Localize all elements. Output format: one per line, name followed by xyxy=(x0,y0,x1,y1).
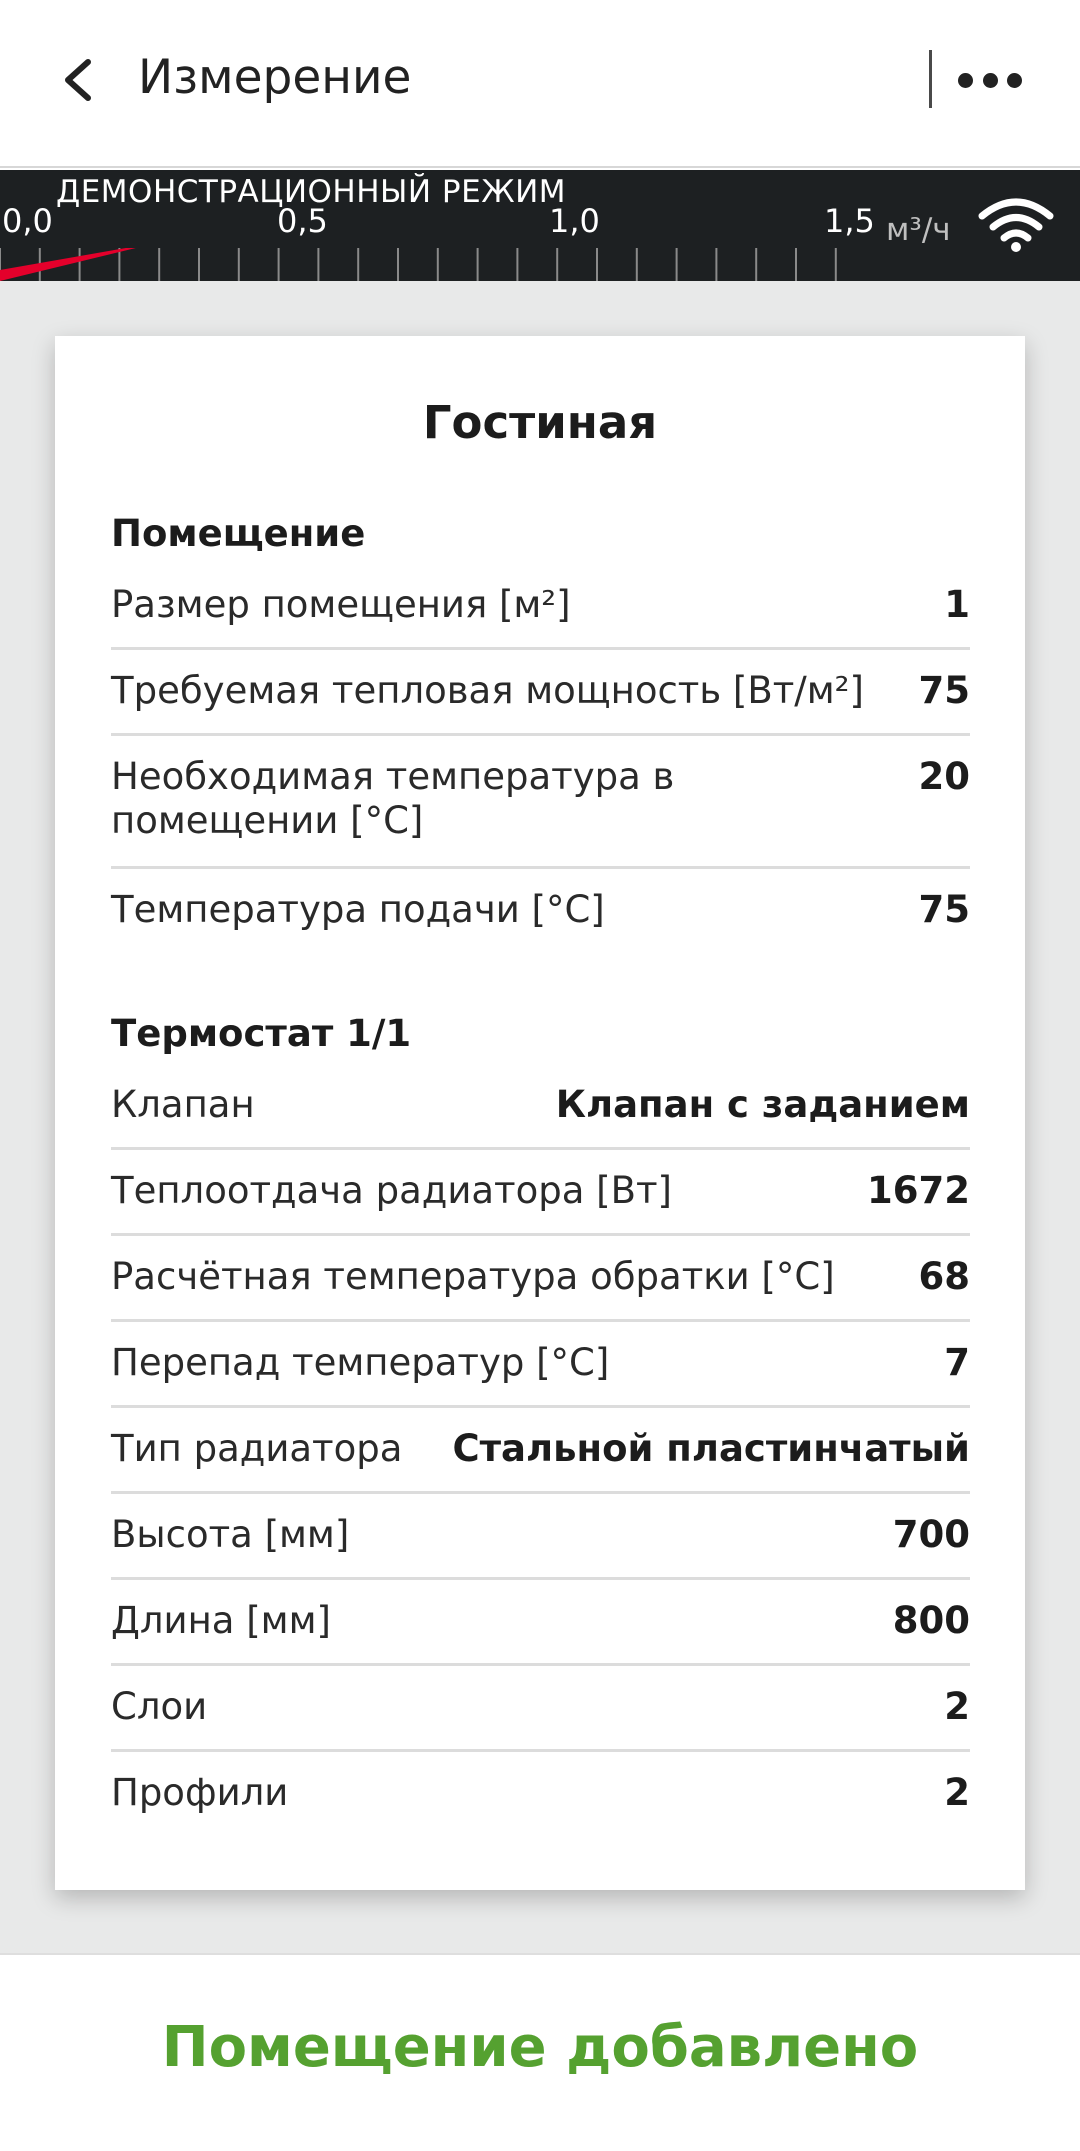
scale-tick-label: 0,5 xyxy=(277,202,328,240)
flow-unit-label: м³/ч xyxy=(886,212,951,248)
row-value: Стальной пластинчатый xyxy=(452,1427,970,1470)
row-value: 20 xyxy=(918,755,971,798)
thermostat-section-title: Термостат 1/1 xyxy=(111,1012,412,1055)
row-divider xyxy=(111,1577,970,1580)
row-value: 7 xyxy=(944,1341,970,1384)
layers-row: Слои 2 xyxy=(111,1685,970,1729)
room-temperature-row: Необходимая температура в помещении [°C]… xyxy=(111,755,970,843)
row-value: 800 xyxy=(892,1599,970,1642)
more-dot-icon xyxy=(958,72,973,88)
more-dot-icon xyxy=(982,72,998,88)
header-divider xyxy=(929,50,932,108)
row-value: 700 xyxy=(892,1513,970,1556)
row-value: 75 xyxy=(918,669,971,712)
wifi-icon xyxy=(978,198,1054,252)
row-divider xyxy=(111,1233,970,1236)
radiator-type-row: Тип радиатора Стальной пластинчатый xyxy=(111,1427,970,1471)
heat-power-row: Требуемая тепловая мощность [Вт/м²] 75 xyxy=(111,669,970,713)
row-label: Клапан xyxy=(111,1083,255,1126)
more-options-button[interactable] xyxy=(952,58,1028,102)
scale-tick-label: 0,0 xyxy=(2,202,53,240)
row-label: Расчётная температура обратки [°C] xyxy=(111,1255,835,1298)
row-value: Клапан с заданием xyxy=(555,1083,970,1126)
row-label: Высота [мм] xyxy=(111,1513,350,1556)
row-label: Требуемая тепловая мощность [Вт/м²] xyxy=(111,669,864,712)
row-label: Слои xyxy=(111,1685,208,1728)
profiles-row: Профили 2 xyxy=(111,1771,970,1815)
room-title: Гостиная xyxy=(422,396,658,449)
room-summary-card: Гостиная Помещение Размер помещения [м²]… xyxy=(55,336,1025,1890)
room-added-message: Помещение добавлено xyxy=(161,2015,919,2080)
return-temperature-row: Расчётная температура обратки [°C] 68 xyxy=(111,1255,970,1299)
row-divider xyxy=(111,1663,970,1666)
flow-indicator-bar: ДЕМОНСТРАЦИОННЫЙ РЕЖИМ 0,0 0,5 1,0 1,5 м… xyxy=(0,170,1080,281)
row-value: 68 xyxy=(918,1255,971,1298)
row-label: Температура подачи [°C] xyxy=(111,888,605,931)
back-button[interactable] xyxy=(58,52,102,108)
row-label: Размер помещения [м²] xyxy=(111,583,571,626)
row-label: Профили xyxy=(111,1771,289,1814)
row-value: 2 xyxy=(944,1771,970,1814)
row-value: 1 xyxy=(944,583,970,626)
room-section-title: Помещение xyxy=(111,512,366,555)
row-label: Теплоотдача радиатора [Вт] xyxy=(111,1169,672,1212)
row-divider xyxy=(111,1405,970,1408)
row-divider xyxy=(111,1491,970,1494)
length-row: Длина [мм] 800 xyxy=(111,1599,970,1643)
row-divider xyxy=(111,866,970,869)
row-label: Длина [мм] xyxy=(111,1599,331,1642)
row-label: Перепад температур [°C] xyxy=(111,1341,610,1384)
supply-temperature-row: Температура подачи [°C] 75 xyxy=(111,888,970,932)
row-divider xyxy=(111,1147,970,1150)
flow-indicator-wedge xyxy=(0,248,136,281)
row-divider xyxy=(111,647,970,650)
valve-row: Клапан Клапан с заданием xyxy=(111,1083,970,1127)
more-dot-icon xyxy=(1007,72,1022,88)
height-row: Высота [мм] 700 xyxy=(111,1513,970,1557)
row-value: 1672 xyxy=(867,1169,970,1212)
row-value: 75 xyxy=(918,888,971,931)
row-divider xyxy=(111,1319,970,1322)
app-header: Измерение xyxy=(0,0,1080,168)
radiator-output-row: Теплоотдача радиатора [Вт] 1672 xyxy=(111,1169,970,1213)
scale-tick-label: 1,0 xyxy=(549,202,600,240)
row-value: 2 xyxy=(944,1685,970,1728)
content-area: Гостиная Помещение Размер помещения [м²]… xyxy=(0,281,1080,1953)
temperature-difference-row: Перепад температур [°C] 7 xyxy=(111,1341,970,1385)
row-label: Тип радиатора xyxy=(111,1427,403,1470)
chevron-left-icon xyxy=(65,59,91,101)
page-title: Измерение xyxy=(138,50,412,105)
row-divider xyxy=(111,733,970,736)
footer-bar: Помещение добавлено xyxy=(0,1953,1080,2151)
row-divider xyxy=(111,1749,970,1752)
row-label: Необходимая температура в помещении [°C] xyxy=(111,755,675,842)
room-size-row: Размер помещения [м²] 1 xyxy=(111,583,970,627)
scale-tick-label: 1,5 xyxy=(824,202,875,240)
